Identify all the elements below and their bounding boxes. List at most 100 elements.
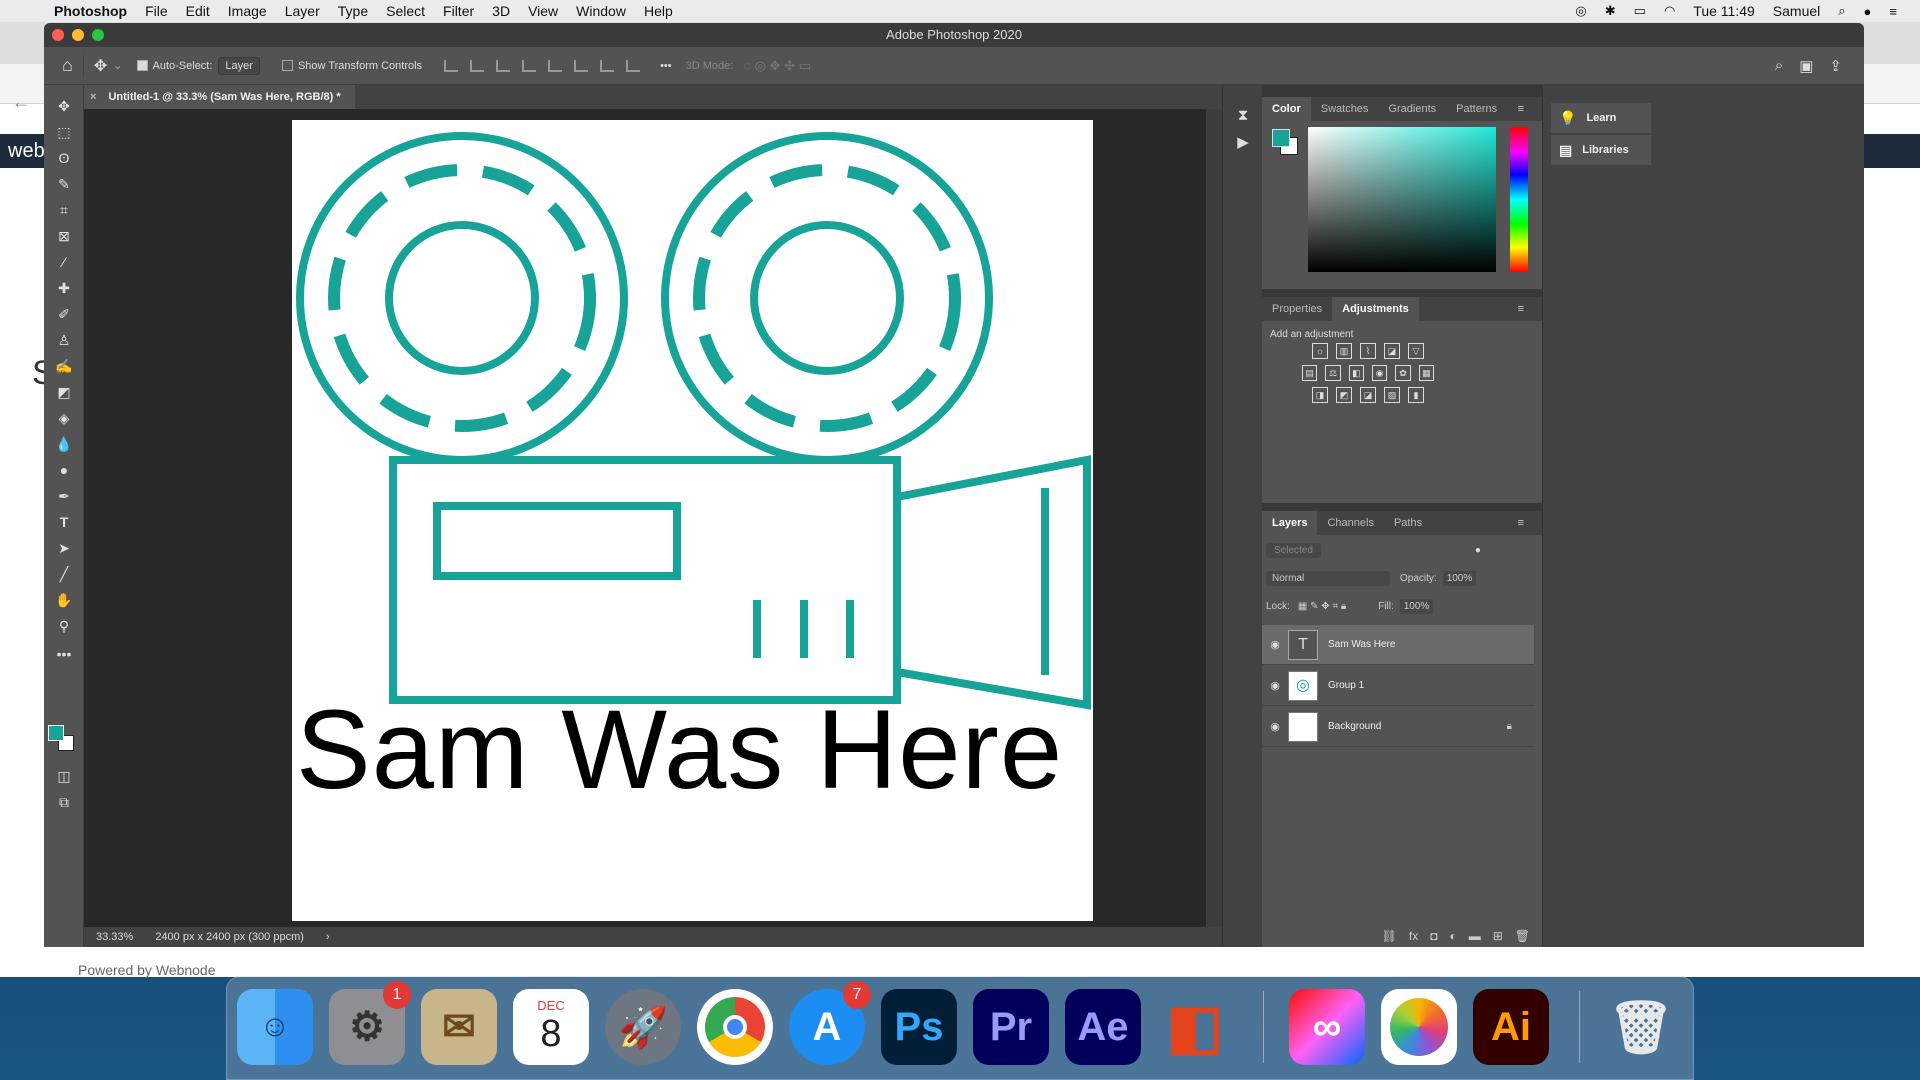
tab-channels[interactable]: Channels xyxy=(1317,511,1383,535)
color-balance-icon[interactable]: ⚖ xyxy=(1325,365,1341,381)
minimize-window-button[interactable] xyxy=(72,29,84,41)
foreground-color-swatch[interactable] xyxy=(48,725,64,741)
new-group-icon[interactable]: ▬ xyxy=(1469,929,1481,943)
learn-button[interactable]: 💡 Learn xyxy=(1551,103,1651,133)
dock-finder-icon[interactable]: ☺ xyxy=(237,989,313,1065)
color-lookup-icon[interactable]: ▦ xyxy=(1418,365,1434,381)
frame-tool-icon[interactable]: ⊠ xyxy=(50,225,78,247)
link-layers-icon[interactable]: ⛓ xyxy=(1382,929,1397,943)
airplay-icon[interactable]: ▭ xyxy=(1634,3,1646,19)
tab-gradients[interactable]: Gradients xyxy=(1378,97,1446,121)
new-layer-icon[interactable]: ⊞ xyxy=(1493,929,1503,943)
dock-photos-icon[interactable] xyxy=(1381,989,1457,1065)
document-canvas[interactable]: Sam Was Here xyxy=(292,120,1093,921)
history-panel-icon[interactable]: ⧗ xyxy=(1233,107,1253,127)
hand-tool-icon[interactable]: ✋ xyxy=(50,589,78,611)
menu-edit[interactable]: Edit xyxy=(186,3,210,19)
color-panel-swatches[interactable] xyxy=(1272,129,1302,159)
screen-mode-icon[interactable]: ⧉ xyxy=(50,791,78,813)
tab-paths[interactable]: Paths xyxy=(1384,511,1432,535)
invert-icon[interactable]: ◨ xyxy=(1312,387,1328,403)
menu-select[interactable]: Select xyxy=(386,3,425,19)
align-middle-icon[interactable] xyxy=(574,59,589,72)
layer-filter-dropdown[interactable]: Selected xyxy=(1266,543,1321,558)
new-adjustment-icon[interactable]: ◐ xyxy=(1449,929,1456,943)
quick-select-tool-icon[interactable]: ✎ xyxy=(50,173,78,195)
show-transform-checkbox[interactable] xyxy=(281,60,293,71)
close-tab-icon[interactable]: × xyxy=(90,91,96,103)
pen-tool-icon[interactable]: ✒ xyxy=(50,485,78,507)
quick-mask-icon[interactable]: ◫ xyxy=(50,765,78,787)
type-tool-icon[interactable]: T xyxy=(50,511,78,533)
exposure-icon[interactable]: ◪ xyxy=(1384,343,1400,359)
align-bottom-icon[interactable] xyxy=(600,59,615,72)
panel-menu-icon[interactable]: ≡ xyxy=(1508,297,1534,321)
dock-after-effects-icon[interactable]: Ae xyxy=(1065,989,1141,1065)
dodge-tool-icon[interactable]: ● xyxy=(50,459,78,481)
menu-view[interactable]: View xyxy=(528,3,558,19)
menu-filter[interactable]: Filter xyxy=(443,3,474,19)
history-brush-icon[interactable]: ✍ xyxy=(50,355,78,377)
auto-select-checkbox[interactable] xyxy=(136,60,148,71)
hue-saturation-icon[interactable]: ▤ xyxy=(1302,365,1318,381)
posterize-icon[interactable]: ◩ xyxy=(1336,387,1352,403)
tab-properties[interactable]: Properties xyxy=(1262,297,1332,321)
panel-menu-icon[interactable]: ≡ xyxy=(1508,97,1534,121)
bluetooth-icon[interactable]: ✱ xyxy=(1605,3,1616,19)
more-options-icon[interactable]: ••• xyxy=(660,60,672,72)
photo-filter-icon[interactable]: ◉ xyxy=(1372,365,1388,381)
curves-icon[interactable]: ⌇ xyxy=(1360,343,1376,359)
menu-type[interactable]: Type xyxy=(338,3,368,19)
dock-creative-cloud-icon[interactable]: ∞ xyxy=(1289,989,1365,1065)
selective-color-icon[interactable]: ▨ xyxy=(1384,387,1400,403)
gradient-map-icon[interactable]: ▮ xyxy=(1408,387,1424,403)
eraser-tool-icon[interactable]: ◩ xyxy=(50,381,78,403)
dock-mail-icon[interactable]: ✉ xyxy=(421,989,497,1065)
dock-office-icon[interactable]: ◧ xyxy=(1157,989,1233,1065)
search-icon[interactable]: ⌕ xyxy=(1775,57,1783,74)
menu-file[interactable]: File xyxy=(145,3,168,19)
menu-user[interactable]: Samuel xyxy=(1773,3,1820,19)
move-tool-icon[interactable]: ✥ xyxy=(50,95,78,117)
distribute-vertical-icon[interactable] xyxy=(626,59,641,72)
fx-icon[interactable]: fx xyxy=(1409,929,1418,943)
menu-3d[interactable]: 3D xyxy=(492,3,510,19)
tab-color[interactable]: Color xyxy=(1262,97,1311,121)
tab-patterns[interactable]: Patterns xyxy=(1446,97,1507,121)
lock-options-icons[interactable]: ▦ ✎ ✥ ⌗ 🔒︎ xyxy=(1298,601,1346,612)
zoom-level[interactable]: 33.33% xyxy=(96,931,133,943)
tab-swatches[interactable]: Swatches xyxy=(1311,97,1379,121)
status-expand-icon[interactable]: › xyxy=(326,931,330,943)
vibrance-icon[interactable]: ▽ xyxy=(1408,343,1424,359)
channel-mixer-icon[interactable]: ✿ xyxy=(1395,365,1411,381)
marquee-tool-icon[interactable]: ⬚ xyxy=(50,121,78,143)
layer-row[interactable]: ◉ ◎ Group 1 xyxy=(1262,666,1534,706)
delete-layer-icon[interactable]: 🗑 xyxy=(1515,929,1530,943)
move-tool-icon[interactable]: ✥ xyxy=(94,56,107,76)
notification-center-icon[interactable]: ≡ xyxy=(1889,4,1897,19)
creative-cloud-menu-icon[interactable]: ◎ xyxy=(1575,3,1586,19)
siri-icon[interactable]: ● xyxy=(1864,4,1872,19)
distribute-icon[interactable] xyxy=(522,59,537,72)
paint-bucket-icon[interactable]: ◈ xyxy=(50,407,78,429)
color-picker-field[interactable] xyxy=(1308,127,1496,272)
hue-slider[interactable] xyxy=(1510,127,1528,272)
canvas-area[interactable]: Sam Was Here xyxy=(84,109,1206,927)
align-top-icon[interactable] xyxy=(548,59,563,72)
align-center-icon[interactable] xyxy=(470,59,485,72)
tab-layers[interactable]: Layers xyxy=(1262,511,1318,535)
dock-launchpad-icon[interactable]: 🚀 xyxy=(605,989,681,1065)
threshold-icon[interactable]: ◪ xyxy=(1360,387,1376,403)
zoom-window-button[interactable] xyxy=(92,29,104,41)
vertical-scrollbar[interactable] xyxy=(1206,109,1222,927)
workspace-icon[interactable]: ▣ xyxy=(1799,57,1813,75)
menu-image[interactable]: Image xyxy=(228,3,267,19)
menu-help[interactable]: Help xyxy=(644,3,673,19)
brightness-icon[interactable]: ☼ xyxy=(1312,343,1328,359)
home-icon[interactable]: ⌂ xyxy=(62,55,73,76)
lock-icon[interactable]: 🔒︎ xyxy=(1507,721,1512,732)
canvas-text-layer[interactable]: Sam Was Here xyxy=(296,685,1063,814)
document-tab[interactable]: × Untitled-1 @ 33.3% (Sam Was Here, RGB/… xyxy=(84,85,355,109)
align-left-icon[interactable] xyxy=(444,59,459,72)
menu-app-name[interactable]: Photoshop xyxy=(54,3,127,19)
